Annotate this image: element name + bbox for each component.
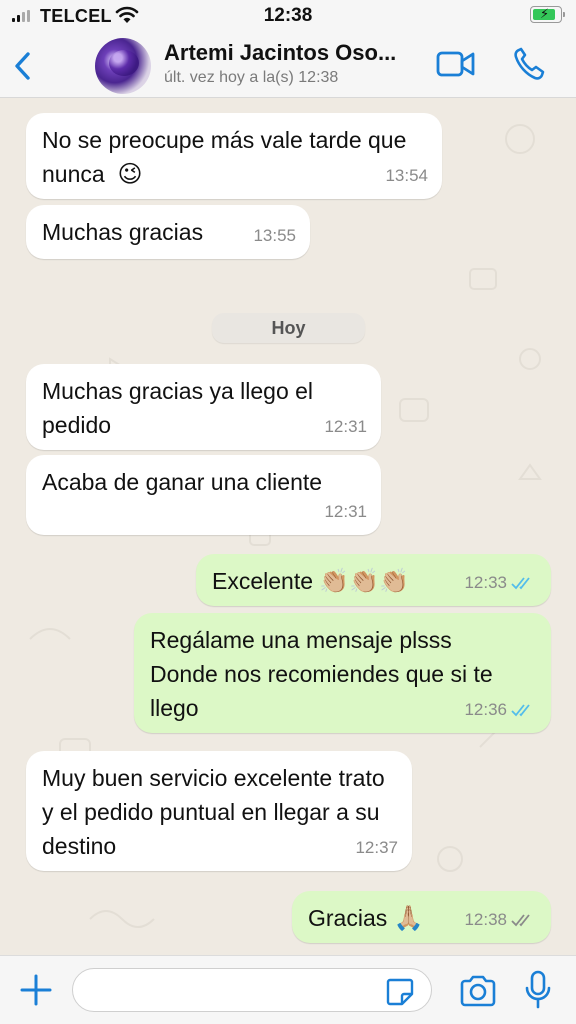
message-time: 12:31 [324, 417, 367, 436]
message-bubble-outgoing[interactable]: Excelente 👏🏼👏🏼👏🏼 12:33 [196, 554, 551, 606]
sticker-icon[interactable] [385, 977, 415, 1007]
message-time: 12:37 [355, 838, 398, 857]
message-time: 12:38 [464, 910, 507, 929]
contact-avatar[interactable] [95, 38, 151, 94]
message-bubble-incoming[interactable]: Acaba de ganar una cliente 12:31 [26, 455, 381, 535]
back-chevron-icon[interactable] [8, 48, 40, 84]
message-text: Acaba de ganar una cliente [42, 469, 323, 495]
date-divider: Hoy [212, 313, 365, 343]
message-time: 12:33 [464, 573, 507, 592]
chat-header: Artemi Jacintos Oso... últ. vez hoy a la… [0, 34, 576, 98]
status-clock: 12:38 [263, 5, 313, 26]
folded-hands-emoji: 🙏🏼 [393, 904, 424, 932]
message-meta: 12:33 [464, 566, 537, 600]
composer-bar [0, 955, 576, 1024]
chat-area[interactable]: No se preocupe más vale tarde que nunca … [0, 99, 576, 955]
message-time: 13:54 [385, 166, 428, 185]
message-meta: 12:38 [464, 903, 537, 937]
clapping-hands-emoji: 👏🏼👏🏼👏🏼 [319, 567, 410, 595]
message-bubble-outgoing[interactable]: Regálame una mensaje plsss Donde nos rec… [134, 613, 551, 733]
message-input[interactable] [72, 968, 432, 1012]
read-ticks-icon [511, 704, 530, 717]
message-text: Muy buen servicio excelente trato y el p… [42, 765, 385, 859]
microphone-icon[interactable] [524, 970, 552, 1010]
message-bubble-outgoing[interactable]: Gracias 🙏🏼 12:38 [292, 891, 551, 943]
battery-icon: ⚡ [530, 6, 565, 23]
wink-emoji: 😉 [117, 160, 143, 188]
message-bubble-incoming[interactable]: No se preocupe más vale tarde que nunca … [26, 113, 442, 199]
contact-name[interactable]: Artemi Jacintos Oso... [164, 40, 426, 66]
message-text: No se preocupe más vale tarde que nunca … [42, 127, 407, 188]
last-seen-status: últ. vez hoy a la(s) 12:38 [164, 69, 339, 86]
plus-icon[interactable] [18, 972, 54, 1008]
phone-icon[interactable] [512, 46, 546, 82]
delivered-ticks-icon [511, 914, 530, 927]
message-time: 13:55 [253, 226, 296, 245]
message-meta: 12:36 [464, 693, 537, 727]
message-time: 12:31 [324, 502, 367, 521]
message-text: Muchas gracias ya llego el pedido [42, 378, 314, 438]
message-time: 12:36 [464, 700, 507, 719]
camera-icon[interactable] [458, 974, 498, 1008]
video-call-icon[interactable] [436, 49, 476, 79]
read-ticks-icon [511, 577, 530, 590]
status-bar: TELCEL 12:38 ⚡ [0, 0, 576, 34]
message-bubble-incoming[interactable]: Muchas gracias 13:55 [26, 205, 310, 259]
message-bubble-incoming[interactable]: Muchas gracias ya llego el pedido 12:31 [26, 364, 381, 450]
message-bubble-incoming[interactable]: Muy buen servicio excelente trato y el p… [26, 751, 412, 871]
